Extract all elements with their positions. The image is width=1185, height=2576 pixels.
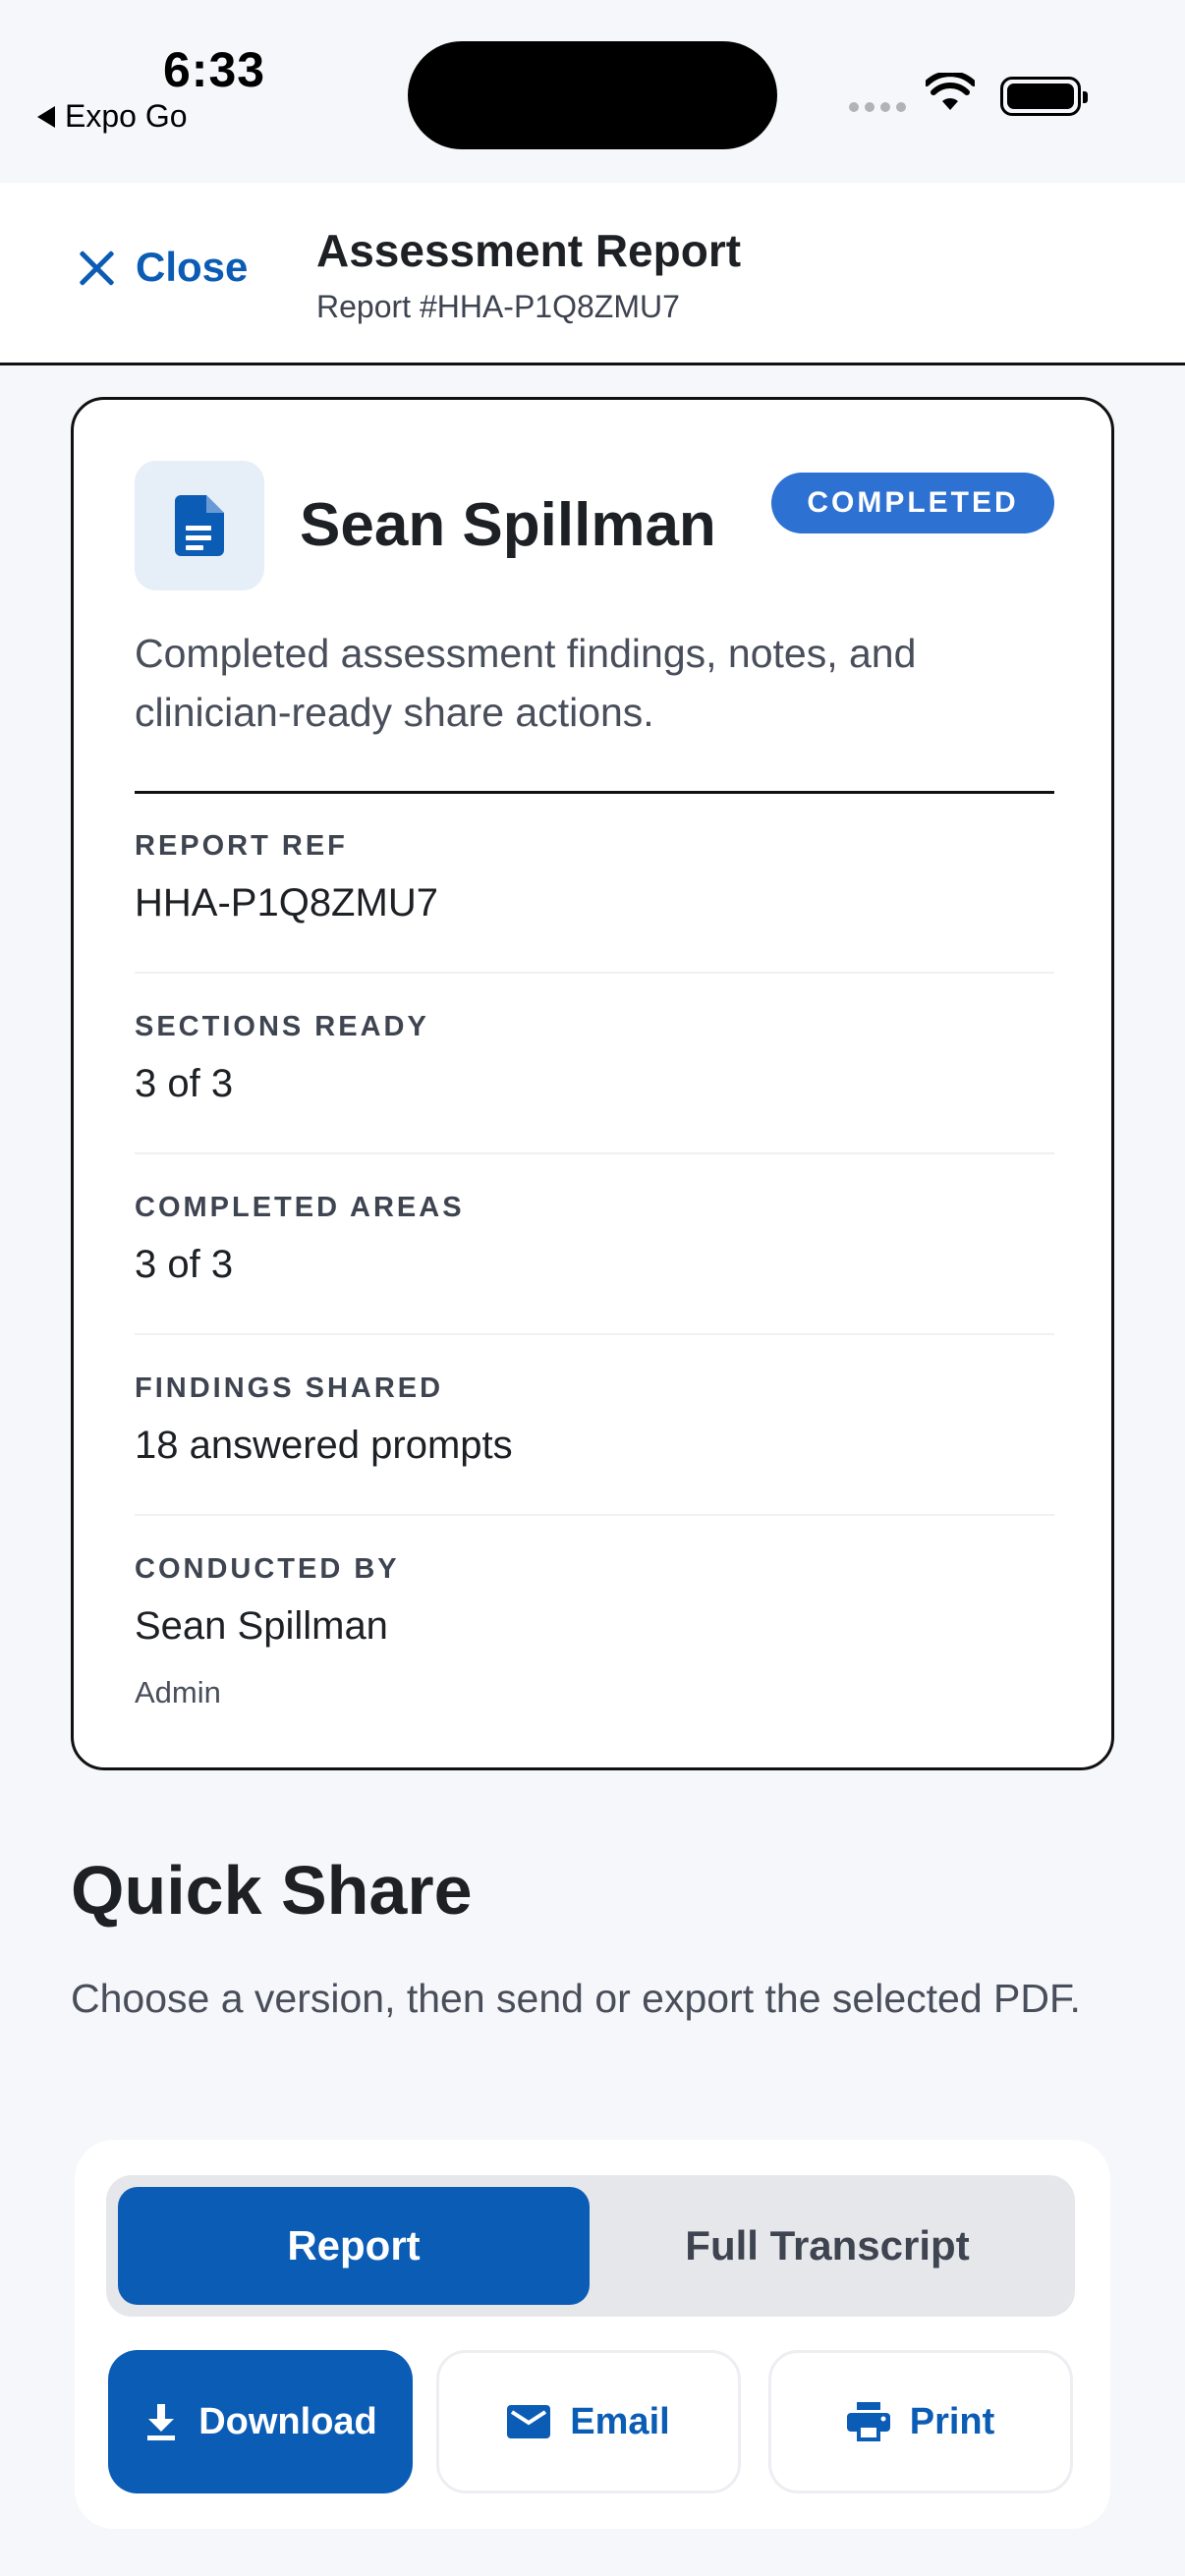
download-label: Download <box>198 2400 377 2442</box>
quick-share-heading: Quick Share <box>71 1852 473 1929</box>
status-bar: 6:33 Expo Go <box>0 0 1185 183</box>
share-panel: Report Full Transcript Download Email Pr… <box>75 2140 1110 2529</box>
status-time: 6:33 <box>163 42 266 97</box>
page-title: Assessment Report <box>316 225 742 276</box>
field-value: 3 of 3 <box>135 1062 234 1105</box>
field-conducted-by: CONDUCTED BY Sean Spillman Admin <box>135 1516 1054 1709</box>
email-label: Email <box>570 2400 670 2442</box>
field-label: FINDINGS SHARED <box>135 1372 444 1404</box>
cellular-signal-icon <box>849 102 906 112</box>
version-segmented-control: Report Full Transcript <box>106 2175 1075 2317</box>
back-app-label: Expo Go <box>65 98 188 134</box>
patient-name: Sean Spillman <box>300 491 716 559</box>
back-arrow-icon <box>37 105 55 128</box>
printer-icon <box>846 2402 890 2441</box>
field-completed-areas: COMPLETED AREAS 3 of 3 <box>135 1154 1054 1335</box>
field-label: COMPLETED AREAS <box>135 1192 465 1223</box>
status-badge: COMPLETED <box>771 473 1054 533</box>
print-label: Print <box>909 2400 995 2442</box>
back-to-app-link[interactable]: Expo Go <box>37 98 188 135</box>
field-value: HHA-P1Q8ZMU7 <box>135 881 438 924</box>
conductor-role: Admin <box>135 1675 221 1709</box>
field-label: SECTIONS READY <box>135 1011 429 1042</box>
field-findings-shared: FINDINGS SHARED 18 answered prompts <box>135 1335 1054 1516</box>
download-icon <box>147 2404 176 2440</box>
mail-icon <box>507 2405 551 2438</box>
report-summary-card: Sean Spillman COMPLETED Completed assess… <box>71 397 1114 1770</box>
field-value: 3 of 3 <box>135 1243 234 1286</box>
document-icon-tile <box>135 461 264 590</box>
wifi-icon <box>926 73 975 110</box>
email-button[interactable]: Email <box>436 2350 741 2493</box>
close-button[interactable]: Close <box>77 244 248 291</box>
field-value: Sean Spillman <box>135 1604 388 1648</box>
field-label: CONDUCTED BY <box>135 1553 400 1585</box>
version-report-tab[interactable]: Report <box>118 2187 590 2305</box>
field-sections-ready: SECTIONS READY 3 of 3 <box>135 974 1054 1154</box>
modal-header: Close Assessment Report Report #HHA-P1Q8… <box>0 183 1185 365</box>
dynamic-island <box>408 41 777 149</box>
page-subtitle: Report #HHA-P1Q8ZMU7 <box>316 289 680 324</box>
close-icon <box>77 248 116 287</box>
field-label: REPORT REF <box>135 830 348 862</box>
card-description: Completed assessment findings, notes, an… <box>135 631 917 735</box>
field-report-ref: REPORT REF HHA-P1Q8ZMU7 <box>135 793 1054 974</box>
quick-share-description: Choose a version, then send or export th… <box>71 1976 1081 2021</box>
print-button[interactable]: Print <box>768 2350 1073 2493</box>
download-button[interactable]: Download <box>108 2350 413 2493</box>
version-full-transcript-tab[interactable]: Full Transcript <box>592 2187 1063 2305</box>
document-icon <box>175 495 224 556</box>
battery-icon <box>1000 77 1088 116</box>
close-label: Close <box>136 244 249 290</box>
field-value: 18 answered prompts <box>135 1424 513 1467</box>
